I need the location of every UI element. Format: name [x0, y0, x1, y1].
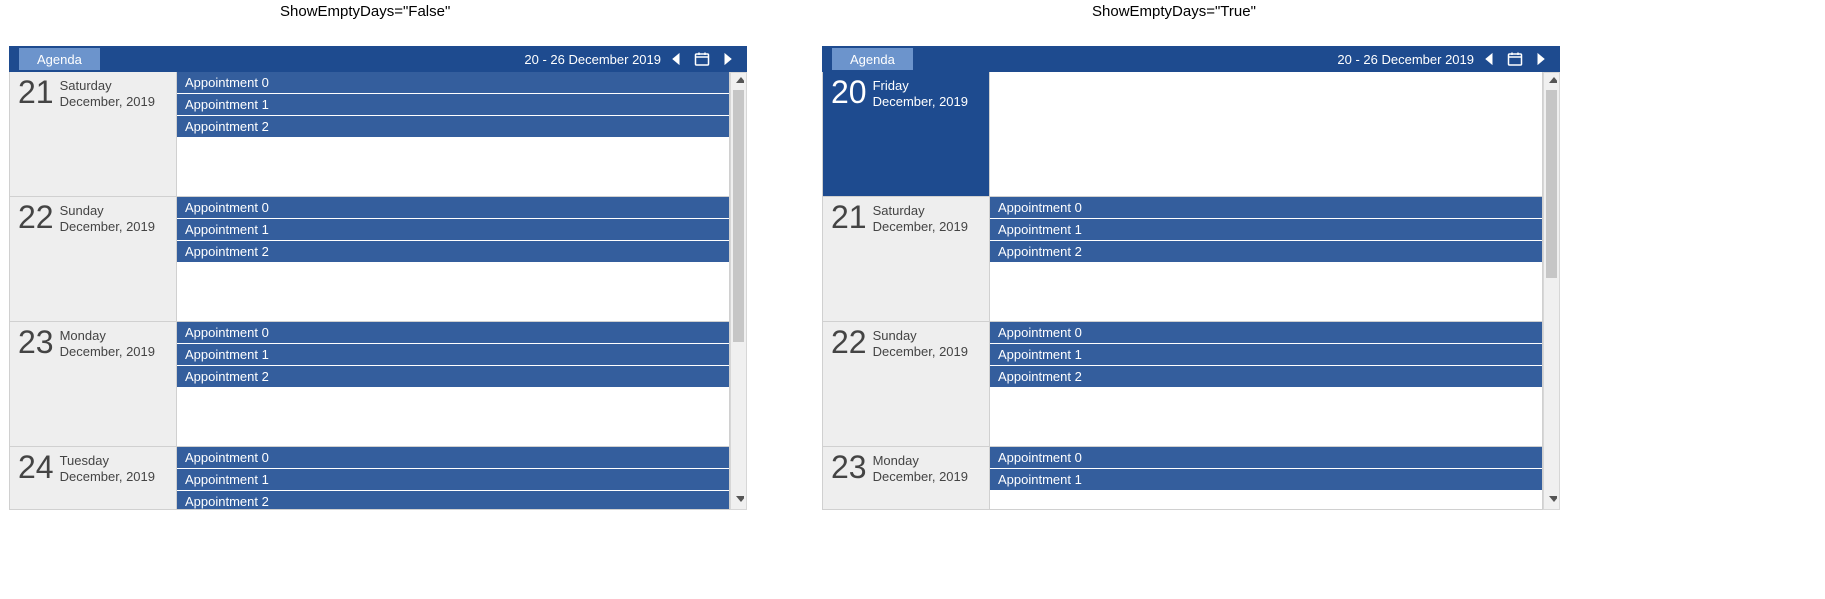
appointment[interactable]: Appointment 2 [177, 116, 729, 138]
day-of-week: Monday [60, 328, 155, 344]
scrollbar[interactable] [1543, 72, 1560, 510]
appointment[interactable]: Appointment 2 [177, 241, 729, 263]
appointment[interactable]: Appointment 0 [177, 72, 729, 94]
day-header[interactable]: 21 Saturday December, 2019 [823, 197, 990, 321]
scroll-track[interactable] [1544, 90, 1559, 492]
day-row: 22 Sunday December, 2019 Appointment 0Ap… [823, 322, 1542, 447]
day-header[interactable]: 20 Friday December, 2019 [823, 72, 990, 196]
calendar-icon[interactable] [1504, 51, 1526, 67]
day-number: 21 [831, 201, 867, 233]
toolbar: Agenda 20 - 26 December 2019 [822, 46, 1560, 72]
appointment[interactable]: Appointment 0 [990, 447, 1542, 469]
day-header[interactable]: 22 Sunday December, 2019 [10, 197, 177, 321]
scroll-thumb[interactable] [733, 90, 744, 342]
day-row: 22 Sunday December, 2019 Appointment 0Ap… [10, 197, 729, 322]
appointment[interactable]: Appointment 2 [177, 366, 729, 388]
agenda-button[interactable]: Agenda [832, 48, 913, 70]
appointment[interactable]: Appointment 1 [177, 469, 729, 491]
appointment[interactable]: Appointment 2 [990, 241, 1542, 263]
day-header[interactable]: 23 Monday December, 2019 [823, 447, 990, 510]
appointment[interactable]: Appointment 0 [177, 322, 729, 344]
scrollbar[interactable] [730, 72, 747, 510]
day-number: 23 [831, 451, 867, 483]
day-number: 22 [18, 201, 54, 233]
day-month: December, 2019 [873, 344, 968, 360]
day-month: December, 2019 [60, 94, 155, 110]
day-of-week: Saturday [873, 203, 968, 219]
scroll-thumb[interactable] [1546, 90, 1557, 278]
appointments: Appointment 0Appointment 1Appointment 2 [177, 447, 729, 510]
appointment[interactable]: Appointment 1 [990, 344, 1542, 366]
prev-icon[interactable] [665, 52, 687, 66]
agenda-list: 20 Friday December, 2019 21 Saturday Dec… [822, 72, 1543, 510]
caption-left: ShowEmptyDays="False" [280, 3, 450, 20]
date-range: 20 - 26 December 2019 [524, 46, 747, 72]
appointments: Appointment 0Appointment 1Appointment 2 [990, 322, 1542, 446]
day-month: December, 2019 [873, 219, 968, 235]
panel-right: Agenda 20 - 26 December 2019 20 Friday D… [821, 45, 1561, 509]
day-month: December, 2019 [60, 469, 155, 485]
appointment[interactable]: Appointment 0 [177, 447, 729, 469]
day-month: December, 2019 [873, 94, 968, 110]
day-number: 21 [18, 76, 54, 108]
appointment[interactable]: Appointment 1 [177, 344, 729, 366]
day-row: 21 Saturday December, 2019 Appointment 0… [823, 197, 1542, 322]
appointment[interactable]: Appointment 2 [177, 491, 729, 510]
appointment[interactable]: Appointment 1 [177, 94, 729, 116]
appointment[interactable]: Appointment 0 [990, 322, 1542, 344]
day-of-week: Tuesday [60, 453, 155, 469]
appointments [990, 72, 1542, 196]
appointment[interactable]: Appointment 0 [990, 197, 1542, 219]
appointment[interactable]: Appointment 1 [177, 219, 729, 241]
appointment[interactable]: Appointment 1 [990, 219, 1542, 241]
scroll-track[interactable] [731, 90, 746, 492]
day-row: 24 Tuesday December, 2019 Appointment 0A… [10, 447, 729, 510]
next-icon[interactable] [1530, 52, 1552, 66]
panel-left: Agenda 20 - 26 December 2019 21 Saturday… [8, 45, 748, 509]
next-icon[interactable] [717, 52, 739, 66]
date-range: 20 - 26 December 2019 [1337, 46, 1560, 72]
day-header[interactable]: 24 Tuesday December, 2019 [10, 447, 177, 510]
day-header[interactable]: 21 Saturday December, 2019 [10, 72, 177, 196]
day-of-week: Friday [873, 78, 968, 94]
appointments: Appointment 0Appointment 1Appointment 2 [177, 197, 729, 321]
agenda-list: 21 Saturday December, 2019 Appointment 0… [9, 72, 730, 510]
day-row: 20 Friday December, 2019 [823, 72, 1542, 197]
day-of-week: Sunday [873, 328, 968, 344]
day-of-week: Saturday [60, 78, 155, 94]
calendar-icon[interactable] [691, 51, 713, 67]
day-header[interactable]: 23 Monday December, 2019 [10, 322, 177, 446]
day-row: 23 Monday December, 2019 Appointment 0Ap… [823, 447, 1542, 510]
appointments: Appointment 0Appointment 1 [990, 447, 1542, 510]
appointment[interactable]: Appointment 0 [177, 197, 729, 219]
day-month: December, 2019 [60, 219, 155, 235]
appointments: Appointment 0Appointment 1Appointment 2 [990, 197, 1542, 321]
appointments: Appointment 0Appointment 1Appointment 2 [177, 72, 729, 196]
scroll-up-icon[interactable] [731, 73, 746, 90]
scroll-up-icon[interactable] [1544, 73, 1559, 90]
day-of-week: Monday [873, 453, 968, 469]
scroll-down-icon[interactable] [1544, 492, 1559, 509]
day-number: 23 [18, 326, 54, 358]
prev-icon[interactable] [1478, 52, 1500, 66]
day-row: 23 Monday December, 2019 Appointment 0Ap… [10, 322, 729, 447]
day-number: 20 [831, 76, 867, 108]
day-month: December, 2019 [60, 344, 155, 360]
appointments: Appointment 0Appointment 1Appointment 2 [177, 322, 729, 446]
day-number: 22 [831, 326, 867, 358]
caption-right: ShowEmptyDays="True" [1092, 3, 1256, 20]
agenda-button[interactable]: Agenda [19, 48, 100, 70]
day-header[interactable]: 22 Sunday December, 2019 [823, 322, 990, 446]
toolbar: Agenda 20 - 26 December 2019 [9, 46, 747, 72]
appointment[interactable]: Appointment 1 [990, 469, 1542, 491]
appointment[interactable]: Appointment 2 [990, 366, 1542, 388]
day-month: December, 2019 [873, 469, 968, 485]
scroll-down-icon[interactable] [731, 492, 746, 509]
day-row: 21 Saturday December, 2019 Appointment 0… [10, 72, 729, 197]
day-number: 24 [18, 451, 54, 483]
day-of-week: Sunday [60, 203, 155, 219]
